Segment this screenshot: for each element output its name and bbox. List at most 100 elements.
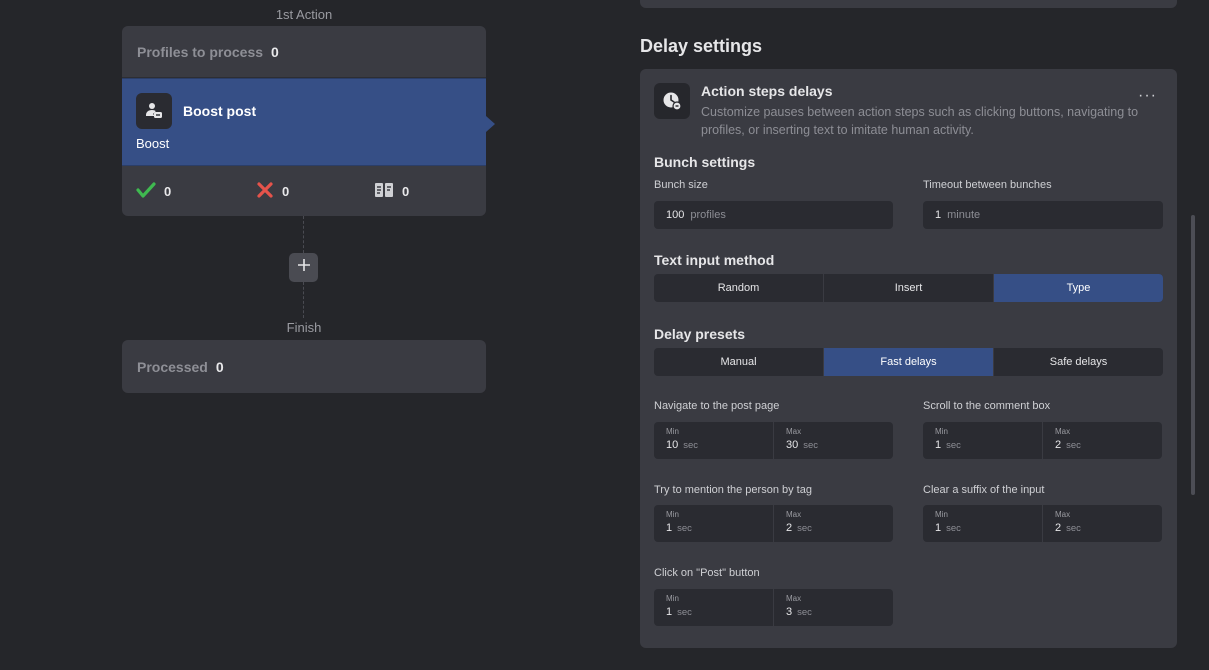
delay-label: Clear a suffix of the input xyxy=(923,484,1045,496)
delay-max-input[interactable]: Max 30 sec xyxy=(774,422,893,459)
delay-range: Min 1 sec Max 2 sec xyxy=(923,505,1162,542)
panel-title: Action steps delays xyxy=(701,83,833,99)
plus-icon xyxy=(297,258,311,277)
action-title: Boost post xyxy=(183,103,257,119)
flow-connector-top xyxy=(303,216,304,253)
profiles-label: Profiles to process xyxy=(137,43,264,60)
max-unit: sec xyxy=(1066,523,1081,534)
min-unit: sec xyxy=(677,523,692,534)
action-subtitle: Boost xyxy=(136,136,170,151)
boost-post-action[interactable]: Boost post Boost xyxy=(122,78,495,166)
panel-description: Customize pauses between action steps su… xyxy=(701,105,1139,137)
delay-settings-title: Delay settings xyxy=(640,36,763,56)
min-label: Min xyxy=(935,510,948,519)
min-label: Min xyxy=(666,510,679,519)
bunch-settings-title: Bunch settings xyxy=(654,154,756,170)
max-value: 30 xyxy=(786,439,799,451)
min-label: Min xyxy=(935,427,948,436)
max-unit: sec xyxy=(1066,440,1081,451)
delay-range: Min 1 sec Max 2 sec xyxy=(654,505,893,542)
delay-max-input[interactable]: Max 3 sec xyxy=(774,589,893,626)
scrollbar[interactable] xyxy=(1191,215,1195,495)
boost-post-icon xyxy=(136,93,172,129)
processed-count: 0 xyxy=(215,358,224,375)
clock-delay-icon xyxy=(654,83,690,119)
skipped-count: 0 xyxy=(402,183,410,199)
skipped-stat: 0 xyxy=(374,181,409,202)
min-unit: sec xyxy=(946,523,961,534)
delay-presets-segment: Manual Fast delays Safe delays xyxy=(654,348,1163,376)
text-input-method-title: Text input method xyxy=(654,252,775,268)
text-input-insert[interactable]: Insert xyxy=(824,274,994,302)
min-unit: sec xyxy=(677,607,692,618)
preset-manual[interactable]: Manual xyxy=(654,348,824,376)
max-value: 3 xyxy=(786,606,793,618)
delay-label: Try to mention the person by tag xyxy=(654,484,812,496)
delay-max-input[interactable]: Max 2 sec xyxy=(1043,422,1162,459)
more-options-icon[interactable]: ··· xyxy=(1138,87,1157,105)
delay-range: Min 1 sec Max 2 sec xyxy=(923,422,1162,459)
min-value: 1 xyxy=(666,606,673,618)
min-value: 1 xyxy=(666,522,673,534)
delay-label: Navigate to the post page xyxy=(654,400,780,412)
text-input-random[interactable]: Random xyxy=(654,274,824,302)
max-label: Max xyxy=(1055,427,1071,436)
delay-range: Min 1 sec Max 3 sec xyxy=(654,589,893,626)
delay-min-input[interactable]: Min 1 sec xyxy=(654,505,774,542)
max-value: 2 xyxy=(1055,522,1062,534)
min-value: 10 xyxy=(666,439,679,451)
min-label: Min xyxy=(666,427,679,436)
timeout-unit: minute xyxy=(947,209,981,221)
min-value: 1 xyxy=(935,522,942,534)
max-label: Max xyxy=(1055,510,1071,519)
action-stats: 0 0 0 xyxy=(122,166,486,216)
delay-label: Click on "Post" button xyxy=(654,567,760,579)
flow-connector-bottom xyxy=(303,282,304,318)
action-steps-delays-panel: Action steps delays Customize pauses bet… xyxy=(640,69,1177,648)
previous-section-card xyxy=(640,0,1177,8)
bunch-size-label: Bunch size xyxy=(654,179,708,191)
bunch-size-input[interactable]: 100 profiles xyxy=(654,201,893,229)
failed-count: 0 xyxy=(282,183,290,199)
delay-min-input[interactable]: Min 1 sec xyxy=(923,505,1043,542)
profiles-to-process: Profiles to process 0 xyxy=(122,26,486,78)
delay-min-input[interactable]: Min 1 sec xyxy=(654,589,774,626)
delay-max-input[interactable]: Max 2 sec xyxy=(1043,505,1162,542)
min-unit: sec xyxy=(946,440,961,451)
text-input-method-segment: Random Insert Type xyxy=(654,274,1163,302)
max-unit: sec xyxy=(797,523,812,534)
timeout-label: Timeout between bunches xyxy=(923,179,1052,191)
success-stat: 0 xyxy=(136,181,256,202)
skip-document-icon xyxy=(374,181,394,202)
preset-safe-delays[interactable]: Safe delays xyxy=(994,348,1163,376)
text-input-type[interactable]: Type xyxy=(994,274,1163,302)
delay-max-input[interactable]: Max 2 sec xyxy=(774,505,893,542)
max-label: Max xyxy=(786,427,802,436)
delay-presets-title: Delay presets xyxy=(654,326,746,342)
check-icon xyxy=(136,181,156,202)
success-count: 0 xyxy=(164,183,172,199)
add-action-button[interactable] xyxy=(289,253,318,282)
timeout-value: 1 xyxy=(935,209,942,221)
delay-min-input[interactable]: Min 1 sec xyxy=(923,422,1043,459)
finish-card: Processed 0 xyxy=(122,340,486,393)
failed-stat: 0 xyxy=(256,181,374,202)
profiles-count: 0 xyxy=(271,43,279,60)
processed-row: Processed 0 xyxy=(122,340,486,393)
step-title: 1st Action xyxy=(275,7,333,22)
delay-min-input[interactable]: Min 10 sec xyxy=(654,422,774,459)
preset-fast-delays[interactable]: Fast delays xyxy=(824,348,994,376)
max-unit: sec xyxy=(797,607,812,618)
max-label: Max xyxy=(786,510,802,519)
min-unit: sec xyxy=(683,440,699,451)
finish-title: Finish xyxy=(286,320,322,335)
bunch-size-unit: profiles xyxy=(690,209,726,221)
timeout-input[interactable]: 1 minute xyxy=(923,201,1163,229)
delay-range: Min 10 sec Max 30 sec xyxy=(654,422,893,459)
max-value: 2 xyxy=(1055,439,1062,451)
min-value: 1 xyxy=(935,439,942,451)
max-unit: sec xyxy=(803,440,819,451)
action-card: Profiles to process 0 Boost post Boost 0 xyxy=(122,26,495,216)
min-label: Min xyxy=(666,594,679,603)
max-label: Max xyxy=(786,594,802,603)
